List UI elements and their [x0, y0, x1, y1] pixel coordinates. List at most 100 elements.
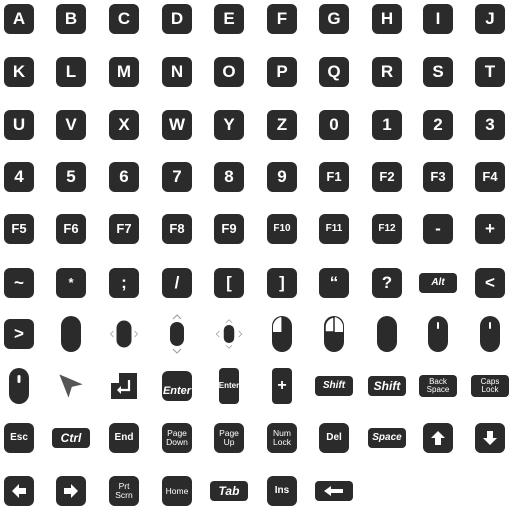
mouse-scroll-wheel-icon [423, 316, 453, 352]
key-f2: F2 [372, 162, 402, 192]
key-f11: F11 [319, 214, 349, 244]
key-minus: - [423, 214, 453, 244]
key-m: M [109, 57, 139, 87]
key-return-arrow-icon [109, 371, 139, 401]
key-y: Y [214, 110, 244, 140]
key-l: L [56, 57, 86, 87]
key-v: V [56, 110, 86, 140]
cell-key-w: W [157, 105, 197, 145]
key-f10: F10 [267, 214, 297, 244]
cell-key-bracket-right: ] [262, 263, 302, 303]
cell-key-plus-tall: + [262, 366, 302, 406]
key-semicolon: ; [109, 268, 139, 298]
key-t: T [475, 57, 505, 87]
cell-mouse-right-click-icon [314, 314, 354, 354]
cell-key-y: Y [209, 105, 249, 145]
key-f9: F9 [214, 214, 244, 244]
key-f3: F3 [423, 162, 453, 192]
cell-key-page-down: Page Down [157, 418, 197, 458]
key-arrow-down-icon [475, 423, 505, 453]
cell-key-space: Space [367, 418, 407, 458]
mouse-move-all-icon [214, 319, 244, 349]
cell-key-asterisk: * [51, 263, 91, 303]
cell-key-arrow-right-icon [51, 471, 91, 511]
key-esc: Esc [4, 423, 34, 453]
cell-key-quote: “ [314, 263, 354, 303]
cell-key-3: 3 [470, 105, 510, 145]
cell-key-caps-lock: Caps Lock [470, 366, 510, 406]
cell-key-f2: F2 [367, 157, 407, 197]
key-shift-small: Shift [315, 376, 353, 396]
key-4: 4 [4, 162, 34, 192]
cell-key-k: K [0, 52, 39, 92]
key-greater-than: > [4, 319, 34, 349]
cell-key-h: H [367, 0, 407, 39]
cell-key-j: J [470, 0, 510, 39]
key-less-than: < [475, 268, 505, 298]
key-del: Del [319, 423, 349, 453]
cell-mouse-move-all-icon [209, 314, 249, 354]
key-s: S [423, 57, 453, 87]
cell-mouse-scroll-up-down-icon [157, 314, 197, 354]
key-ins: Ins [267, 476, 297, 506]
key-tab: Tab [210, 481, 248, 501]
key-tilde: ~ [4, 268, 34, 298]
key-p: P [267, 57, 297, 87]
cell-key-home: Home [157, 471, 197, 511]
cell-key-9: 9 [262, 157, 302, 197]
key-7: 7 [162, 162, 192, 192]
mouse-scroll-vertical-icon [56, 316, 86, 352]
key-print-screen: Prt Scrn [109, 476, 139, 506]
cell-key-arrow-up-icon [418, 418, 458, 458]
key-alt: Alt [419, 273, 457, 293]
key-f4: F4 [475, 162, 505, 192]
cell-key-f12: F12 [367, 209, 407, 249]
key-0: 0 [319, 110, 349, 140]
cell-mouse-scroll-vertical-icon [51, 314, 91, 354]
cell-key-o: O [209, 52, 249, 92]
cell-key-z: Z [262, 105, 302, 145]
cell-key-plus: + [470, 209, 510, 249]
key-i: I [423, 4, 453, 34]
cell-mouse-left-click-icon [262, 314, 302, 354]
cell-mouse-scroll-wheel-icon [418, 314, 458, 354]
cell-key-ins: Ins [262, 471, 302, 511]
mouse-scroll-up-down-icon [162, 314, 192, 354]
cell-key-r: R [367, 52, 407, 92]
cell-key-alt: Alt [418, 263, 458, 303]
key-bracket-right: ] [267, 268, 297, 298]
cell-key-return-arrow-icon [104, 366, 144, 406]
cell-key-tab: Tab [209, 471, 249, 511]
cell-key-f8: F8 [157, 209, 197, 249]
key-quote: “ [319, 268, 349, 298]
cell-key-d: D [157, 0, 197, 39]
key-x: X [109, 110, 139, 140]
cell-key-tilde: ~ [0, 263, 39, 303]
mouse-scroll-horizontal-icon [109, 319, 139, 349]
key-h: H [372, 4, 402, 34]
cell-key-slash: / [157, 263, 197, 303]
key-1: 1 [372, 110, 402, 140]
key-k: K [4, 57, 34, 87]
cell-cursor-arrow-icon [51, 366, 91, 406]
cell-key-c: C [104, 0, 144, 39]
mouse-middle-icon [4, 368, 34, 404]
cell-mouse-middle-icon [0, 366, 39, 406]
cell-key-e: E [209, 0, 249, 39]
cell-key-t: T [470, 52, 510, 92]
cell-mouse-scroll-horizontal-icon [104, 314, 144, 354]
cell-key-f9: F9 [209, 209, 249, 249]
key-space: Space [368, 428, 406, 448]
cell-key-f4: F4 [470, 157, 510, 197]
key-backspace-arrow-icon [315, 481, 353, 501]
cell-key-6: 6 [104, 157, 144, 197]
cell-key-i: I [418, 0, 458, 39]
mouse-scroll-wheel-alt-icon [475, 316, 505, 352]
cell-key-f7: F7 [104, 209, 144, 249]
cell-key-enter: Enter [157, 366, 197, 406]
key-f7: F7 [109, 214, 139, 244]
cell-key-q: Q [314, 52, 354, 92]
key-c: C [109, 4, 139, 34]
cell-key-g: G [314, 0, 354, 39]
cell-key-2: 2 [418, 105, 458, 145]
